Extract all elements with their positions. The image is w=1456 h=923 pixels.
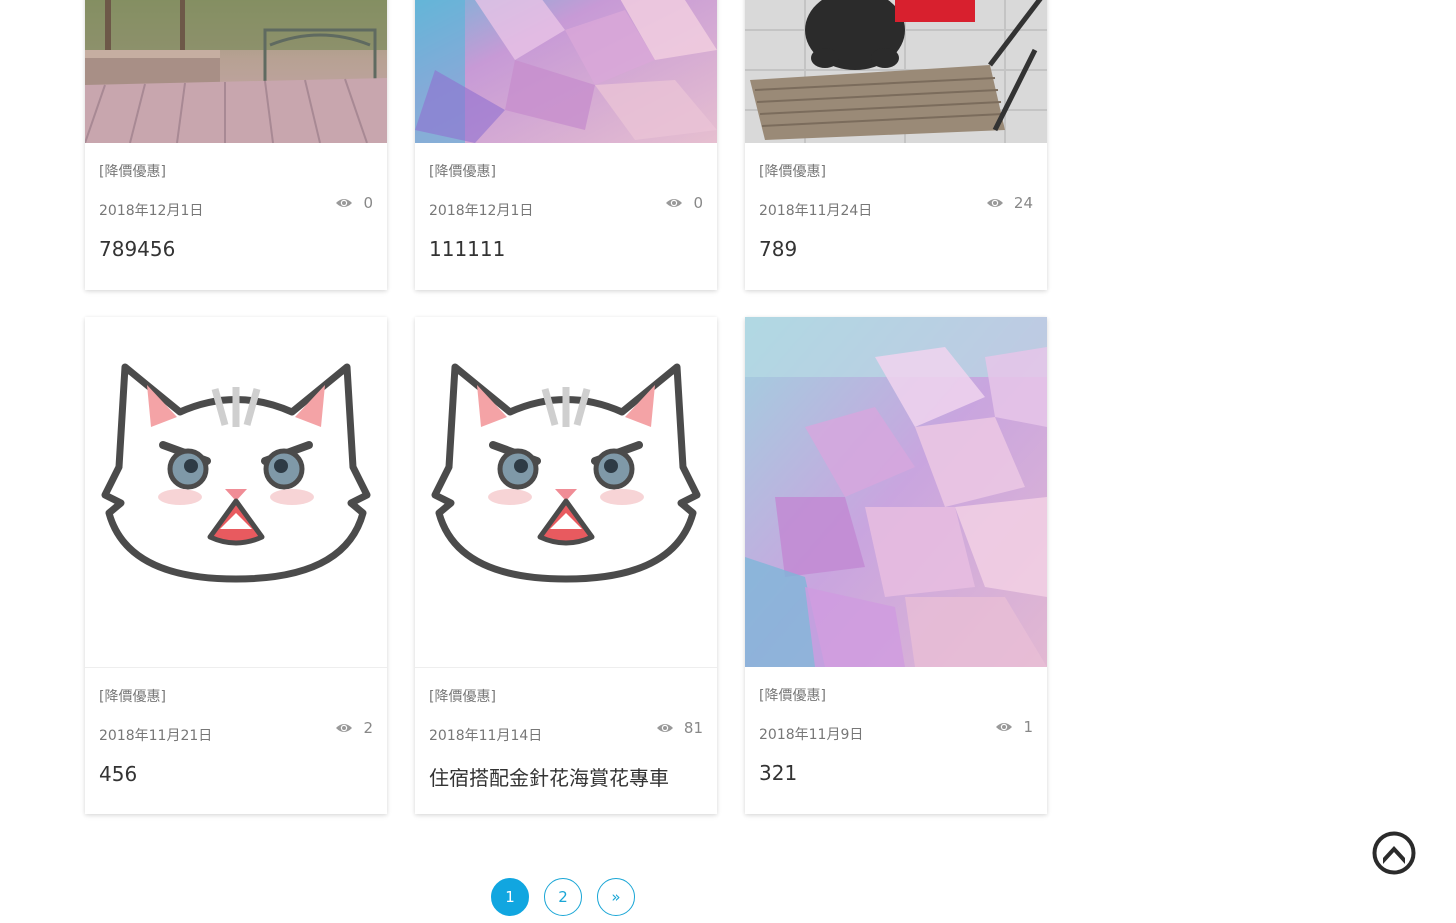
card-date: 2018年11月24日 [759, 203, 873, 219]
card-tag: [降價優惠] [429, 689, 496, 705]
chevron-up-circle-icon [1372, 831, 1416, 875]
back-to-top-button[interactable] [1372, 831, 1416, 875]
angry-cat-illustration[interactable] [85, 317, 387, 668]
article-card[interactable]: [降價優惠] 2018年12月1日 0 111111 [415, 0, 717, 290]
card-views: 24 [986, 194, 1033, 212]
card-date: 2018年12月1日 [99, 203, 204, 219]
card-view-count: 0 [363, 194, 373, 212]
card-title[interactable]: 789 [759, 237, 797, 261]
card-title[interactable]: 321 [759, 761, 797, 785]
pink-crystal-photo[interactable] [415, 0, 717, 143]
article-card[interactable]: [降價優惠] 2018年11月14日 81 住宿搭配金針花海賞花專車 [415, 317, 717, 814]
poodle-on-chair-photo[interactable] [745, 0, 1047, 143]
card-views: 0 [335, 194, 373, 212]
card-date: 2018年11月9日 [759, 727, 864, 743]
eye-icon [666, 199, 683, 207]
card-title[interactable]: 住宿搭配金針花海賞花專車 [429, 762, 669, 791]
card-tag: [降價優惠] [429, 164, 496, 180]
card-views: 1 [995, 718, 1033, 736]
card-date: 2018年12月1日 [429, 203, 534, 219]
card-view-count: 81 [683, 719, 703, 737]
next-page-button[interactable]: » [597, 878, 635, 916]
card-views: 0 [665, 194, 703, 212]
card-title[interactable]: 456 [99, 762, 137, 786]
card-title[interactable]: 111111 [429, 237, 505, 261]
page-2-button[interactable]: 2 [544, 878, 582, 916]
article-card[interactable]: [降價優惠] 2018年11月24日 24 789 [745, 0, 1047, 290]
garden-deck-photo[interactable] [85, 0, 387, 143]
card-views: 81 [656, 719, 703, 737]
page-1-button[interactable]: 1 [491, 878, 529, 916]
pink-crystal-photo[interactable] [745, 317, 1047, 667]
eye-icon [656, 724, 673, 732]
card-view-count: 2 [363, 719, 373, 737]
article-card[interactable]: [降價優惠] 2018年12月1日 0 789456 [85, 0, 387, 290]
card-date: 2018年11月14日 [429, 728, 543, 744]
eye-icon [336, 724, 353, 732]
eye-icon [336, 199, 353, 207]
card-view-count: 1 [1023, 718, 1033, 736]
card-date: 2018年11月21日 [99, 728, 213, 744]
card-view-count: 0 [693, 194, 703, 212]
card-tag: [降價優惠] [99, 164, 166, 180]
card-view-count: 24 [1013, 194, 1033, 212]
eye-icon [986, 199, 1003, 207]
article-card[interactable]: [降價優惠] 2018年11月21日 2 456 [85, 317, 387, 814]
card-tag: [降價優惠] [759, 688, 826, 704]
article-grid-page: [降價優惠] 2018年12月1日 0 789456 [降價優惠] 2018年1… [0, 0, 1456, 923]
article-card[interactable]: [降價優惠] 2018年11月9日 1 321 [745, 317, 1047, 814]
pagination: 1 2 » [491, 878, 635, 916]
card-title[interactable]: 789456 [99, 237, 175, 261]
angry-cat-illustration[interactable] [415, 317, 717, 668]
card-views: 2 [335, 719, 373, 737]
card-tag: [降價優惠] [99, 689, 166, 705]
card-tag: [降價優惠] [759, 164, 826, 180]
eye-icon [996, 723, 1013, 731]
